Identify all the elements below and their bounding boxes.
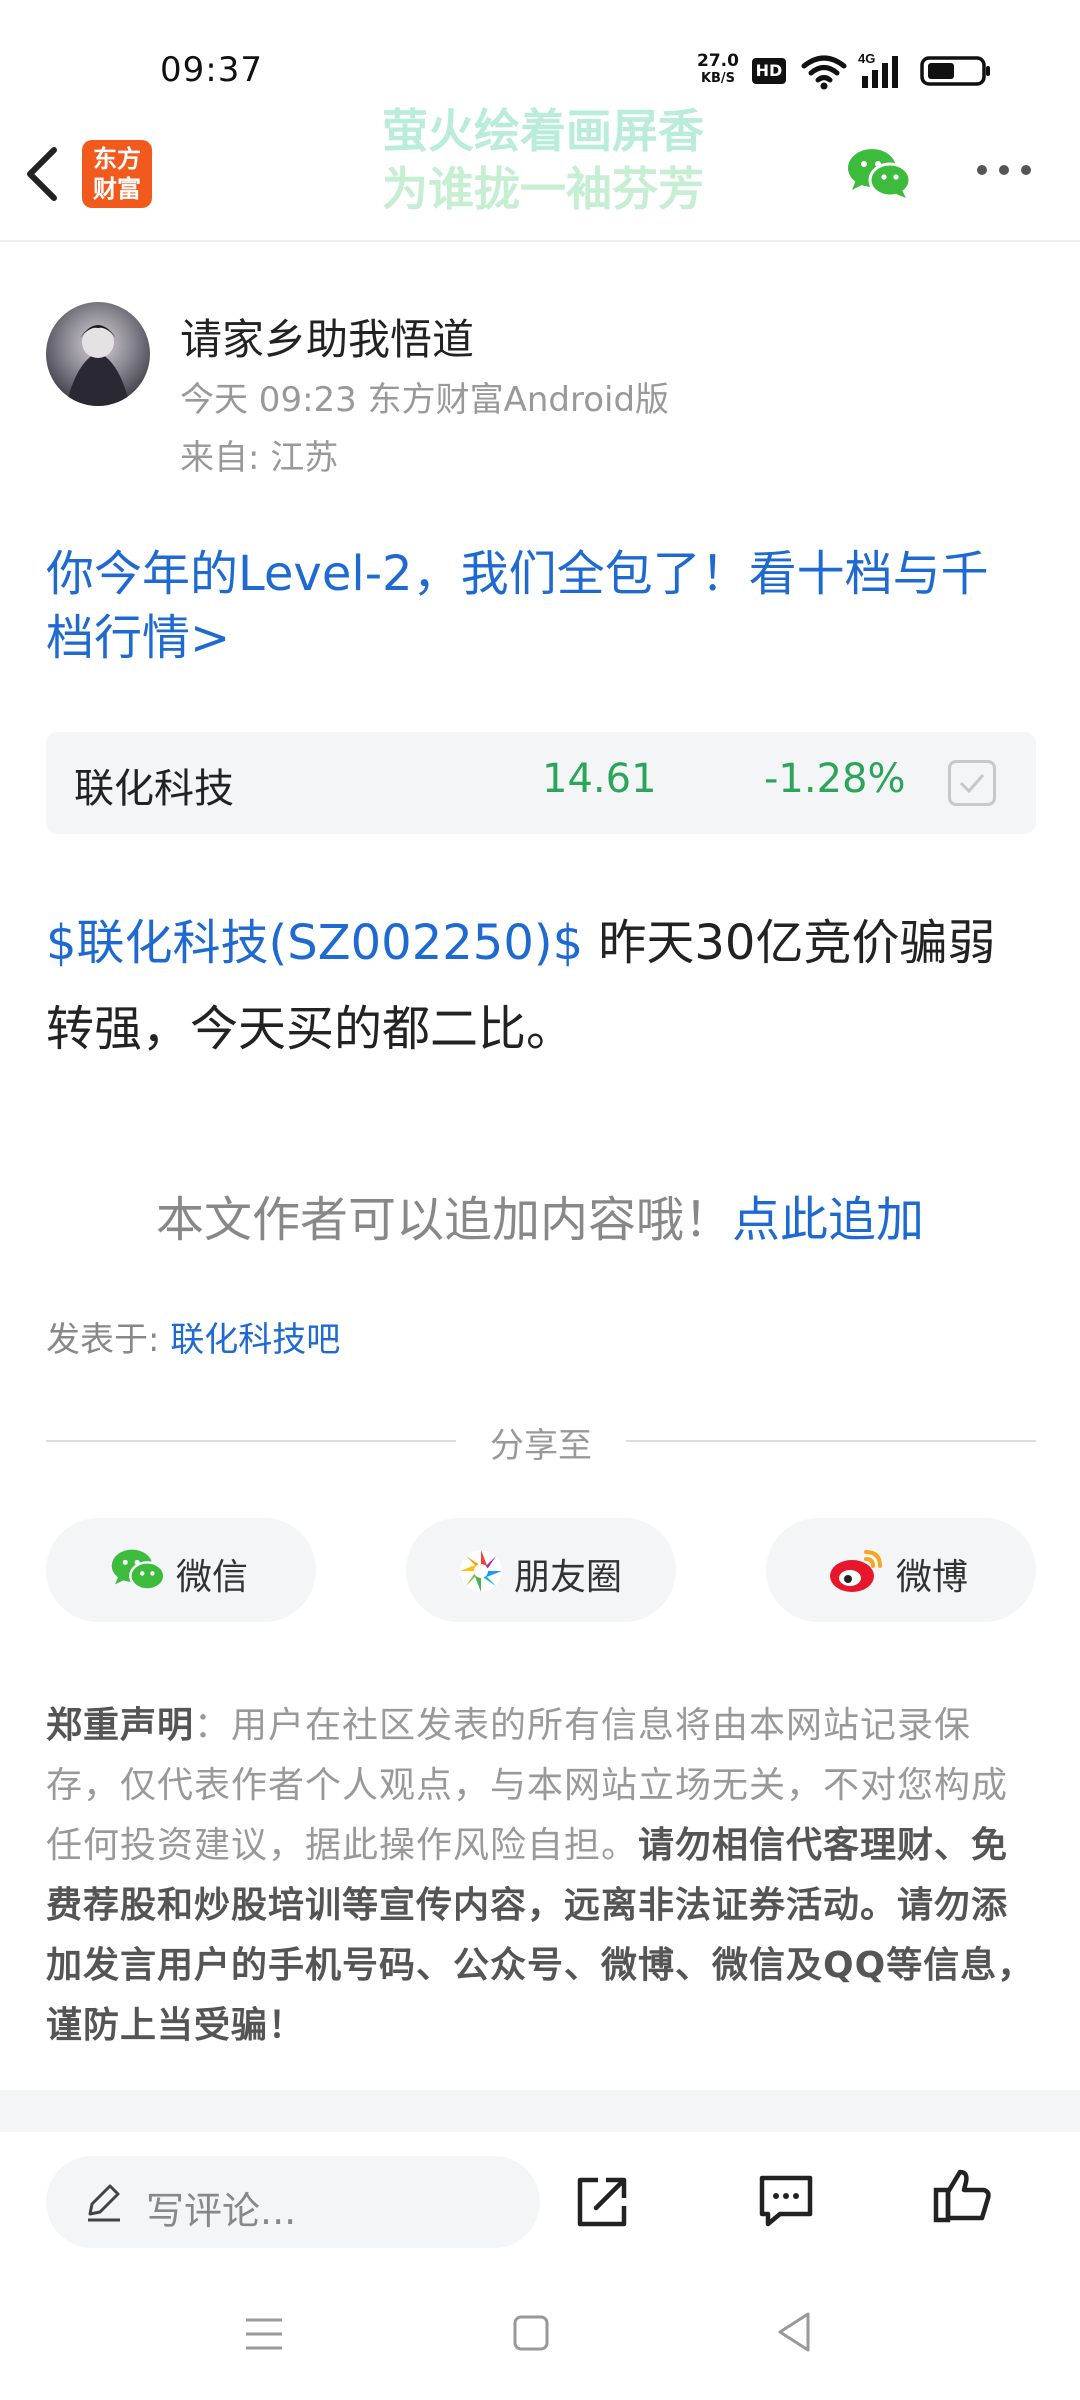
share-weibo-button[interactable]: 微博 bbox=[766, 1518, 1036, 1622]
slogan-line-2: 为谁拢一袖芬芳 bbox=[382, 162, 704, 216]
avatar-image bbox=[66, 325, 130, 406]
append-text: 本文作者可以追加内容哦！ bbox=[155, 1192, 732, 1248]
stock-tag-link[interactable]: $联化科技(SZ002250)$ bbox=[46, 915, 583, 971]
more-icon[interactable] bbox=[974, 160, 1034, 180]
stock-name: 联化科技 bbox=[74, 766, 234, 812]
post-meta: 今天 09:23 东方财富Android版 bbox=[180, 380, 670, 420]
check-icon bbox=[959, 774, 985, 794]
nav-menu-icon[interactable] bbox=[244, 2314, 284, 2354]
back-icon[interactable] bbox=[20, 142, 64, 206]
add-watchlist-checkbox[interactable] bbox=[948, 760, 996, 806]
section-gap bbox=[0, 2090, 1080, 2132]
moments-icon bbox=[460, 1550, 502, 1592]
logo-line-1: 东方 bbox=[93, 145, 141, 173]
share-moments-label: 朋友圈 bbox=[514, 1557, 623, 1598]
like-icon[interactable] bbox=[930, 2164, 994, 2228]
status-time: 09:37 bbox=[160, 50, 263, 90]
wechat-icon[interactable] bbox=[846, 146, 912, 200]
share-divider-right bbox=[626, 1440, 1036, 1442]
stock-change: -1.28% bbox=[764, 756, 906, 802]
slogan-line-1: 萤火绘着画屏香 bbox=[382, 104, 704, 158]
app-logo[interactable]: 东方 财富 bbox=[82, 140, 152, 208]
comment-icon[interactable] bbox=[756, 2170, 816, 2230]
net-speed-value: 27.0 bbox=[697, 51, 739, 71]
logo-line-2: 财富 bbox=[93, 175, 141, 203]
avatar[interactable] bbox=[46, 302, 150, 406]
battery-icon bbox=[920, 56, 990, 86]
share-title: 分享至 bbox=[490, 1426, 592, 1466]
nav-home-icon[interactable] bbox=[512, 2314, 550, 2352]
post-location: 来自: 江苏 bbox=[180, 438, 339, 478]
share-divider-left bbox=[46, 1440, 456, 1442]
author-name[interactable]: 请家乡助我悟道 bbox=[180, 306, 474, 367]
share-moments-button[interactable]: 朋友圈 bbox=[406, 1518, 676, 1622]
network-type: 4G bbox=[858, 51, 875, 66]
posted-in: 发表于: 联化科技吧 bbox=[46, 1312, 340, 1361]
header-slogan: 萤火绘着画屏香 为谁拢一袖芬芳 bbox=[362, 102, 724, 218]
stock-price: 14.61 bbox=[542, 756, 657, 802]
wifi-icon bbox=[801, 55, 847, 90]
share-weibo-label: 微博 bbox=[896, 1557, 969, 1598]
share-wechat-button[interactable]: 微信 bbox=[46, 1518, 316, 1622]
hd-badge: HD bbox=[752, 58, 786, 84]
disclaimer: 郑重声明：用户在社区发表的所有信息将由本网站记录保存，仅代表作者个人观点，与本网… bbox=[46, 1696, 1036, 2056]
pen-icon bbox=[88, 2184, 120, 2222]
disclaimer-label: 郑重声明 bbox=[46, 1705, 195, 1746]
share-wechat-label: 微信 bbox=[176, 1557, 249, 1598]
stock-bar-link[interactable]: 联化科技吧 bbox=[170, 1320, 340, 1360]
append-link[interactable]: 点此追加 bbox=[732, 1192, 924, 1248]
signal-icon: 4G bbox=[858, 51, 898, 88]
posted-in-label: 发表于: bbox=[46, 1320, 171, 1360]
nav-back-icon[interactable] bbox=[774, 2310, 814, 2354]
level2-promo-link[interactable]: 你今年的Level-2，我们全包了！看十档与千档行情> bbox=[46, 542, 1036, 670]
weibo-icon bbox=[830, 1550, 882, 1592]
share-icon[interactable] bbox=[570, 2170, 634, 2234]
wechat-icon bbox=[111, 1549, 166, 1591]
net-speed-unit: KB/S bbox=[700, 71, 736, 86]
append-prompt: 本文作者可以追加内容哦！点此追加 bbox=[0, 1180, 1080, 1250]
net-speed: 27.0 KB/S bbox=[692, 52, 744, 88]
header-divider bbox=[0, 240, 1080, 242]
post-content: $联化科技(SZ002250)$ 昨天30亿竞价骗弱转强，今天买的都二比。 bbox=[46, 900, 1036, 1072]
comment-placeholder[interactable]: 写评论... bbox=[146, 2180, 296, 2235]
